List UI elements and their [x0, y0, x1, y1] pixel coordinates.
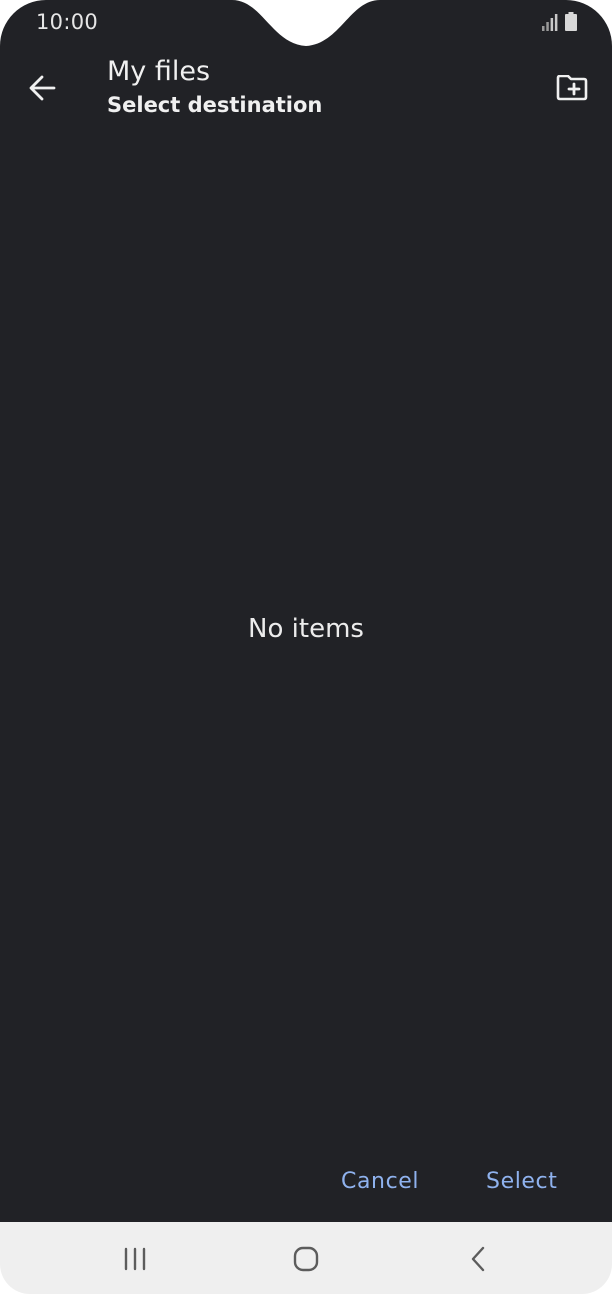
status-icons: [542, 12, 577, 31]
battery-icon: [565, 12, 577, 31]
page-title: My files: [107, 56, 211, 87]
cancel-button[interactable]: Cancel: [341, 1160, 419, 1204]
recents-icon: [124, 1247, 146, 1271]
back-chevron-icon: [471, 1246, 485, 1272]
status-time: 10:00: [36, 10, 99, 34]
home-button[interactable]: [276, 1234, 336, 1284]
recents-button[interactable]: [105, 1234, 165, 1284]
nav-back-button[interactable]: [448, 1234, 508, 1284]
page-subtitle: Select destination: [107, 93, 323, 117]
app-screen: 10:00 My files Select destination No ite…: [0, 0, 612, 1222]
home-icon: [293, 1246, 319, 1272]
dialog-action-bar: Cancel Select: [0, 1160, 612, 1204]
app-header: My files Select destination: [0, 56, 612, 130]
back-button[interactable]: [18, 64, 66, 112]
create-folder-button[interactable]: [548, 64, 596, 112]
select-button[interactable]: Select: [486, 1160, 557, 1204]
phone-frame: 10:00 My files Select destination No ite…: [0, 0, 612, 1294]
create-folder-icon: [556, 75, 588, 101]
signal-icon: [542, 14, 558, 31]
system-nav-bar: [0, 1222, 612, 1294]
arrow-left-icon: [29, 75, 56, 101]
empty-state-message: No items: [248, 614, 364, 644]
